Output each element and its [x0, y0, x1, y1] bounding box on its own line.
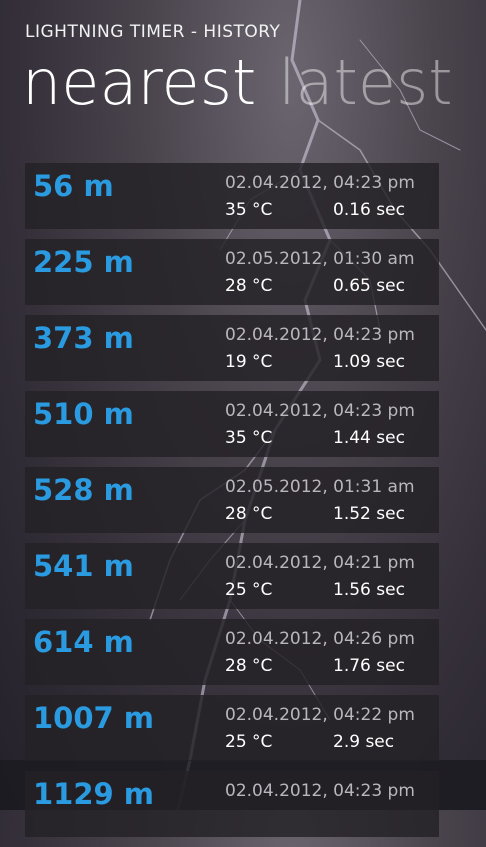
pivot-header: nearest latest [22, 52, 475, 114]
timestamp: 02.04.2012, 04:23 pm [225, 173, 415, 193]
delay-seconds: 1.76 sec [333, 656, 405, 676]
list-item[interactable]: 528 m 02.05.2012, 01:31 am 28 °C 1.52 se… [25, 467, 439, 533]
list-item[interactable]: 373 m 02.04.2012, 04:23 pm 19 °C 1.09 se… [25, 315, 439, 381]
delay-seconds: 0.65 sec [333, 276, 405, 296]
delay-seconds: 1.09 sec [333, 352, 405, 372]
pivot-tab-nearest[interactable]: nearest [22, 52, 256, 114]
temperature: 25 °C [225, 732, 273, 752]
history-list: 56 m 02.04.2012, 04:23 pm 35 °C 0.16 sec… [25, 163, 439, 847]
distance-value: 528 m [33, 473, 134, 507]
temperature: 28 °C [225, 504, 273, 524]
timestamp: 02.05.2012, 01:30 am [225, 249, 415, 269]
delay-seconds: 1.44 sec [333, 428, 405, 448]
pivot-tab-latest[interactable]: latest [278, 52, 452, 114]
list-item[interactable]: 56 m 02.04.2012, 04:23 pm 35 °C 0.16 sec [25, 163, 439, 229]
distance-value: 373 m [33, 321, 134, 355]
delay-seconds: 1.56 sec [333, 580, 405, 600]
distance-value: 541 m [33, 549, 134, 583]
delay-seconds: 1.52 sec [333, 504, 405, 524]
timestamp: 02.04.2012, 04:23 pm [225, 325, 415, 345]
app-title: LIGHTNING TIMER - HISTORY [25, 22, 281, 42]
list-item[interactable]: 1129 m 02.04.2012, 04:23 pm [25, 771, 439, 837]
timestamp: 02.04.2012, 04:21 pm [225, 553, 415, 573]
list-item[interactable]: 1007 m 02.04.2012, 04:22 pm 25 °C 2.9 se… [25, 695, 439, 761]
list-item[interactable]: 614 m 02.04.2012, 04:26 pm 28 °C 1.76 se… [25, 619, 439, 685]
list-item[interactable]: 225 m 02.05.2012, 01:30 am 28 °C 0.65 se… [25, 239, 439, 305]
delay-seconds: 2.9 sec [333, 732, 395, 752]
distance-value: 1007 m [33, 701, 155, 735]
temperature: 28 °C [225, 656, 273, 676]
list-item[interactable]: 510 m 02.04.2012, 04:23 pm 35 °C 1.44 se… [25, 391, 439, 457]
distance-value: 510 m [33, 397, 134, 431]
distance-value: 56 m [33, 169, 114, 203]
distance-value: 225 m [33, 245, 134, 279]
timestamp: 02.04.2012, 04:23 pm [225, 401, 415, 421]
distance-value: 614 m [33, 625, 134, 659]
distance-value: 1129 m [33, 777, 155, 811]
temperature: 19 °C [225, 352, 273, 372]
temperature: 28 °C [225, 276, 273, 296]
timestamp: 02.04.2012, 04:23 pm [225, 781, 415, 801]
timestamp: 02.05.2012, 01:31 am [225, 477, 415, 497]
delay-seconds: 0.16 sec [333, 200, 405, 220]
temperature: 35 °C [225, 428, 273, 448]
list-item[interactable]: 541 m 02.04.2012, 04:21 pm 25 °C 1.56 se… [25, 543, 439, 609]
timestamp: 02.04.2012, 04:22 pm [225, 705, 415, 725]
temperature: 25 °C [225, 580, 273, 600]
timestamp: 02.04.2012, 04:26 pm [225, 629, 415, 649]
temperature: 35 °C [225, 200, 273, 220]
